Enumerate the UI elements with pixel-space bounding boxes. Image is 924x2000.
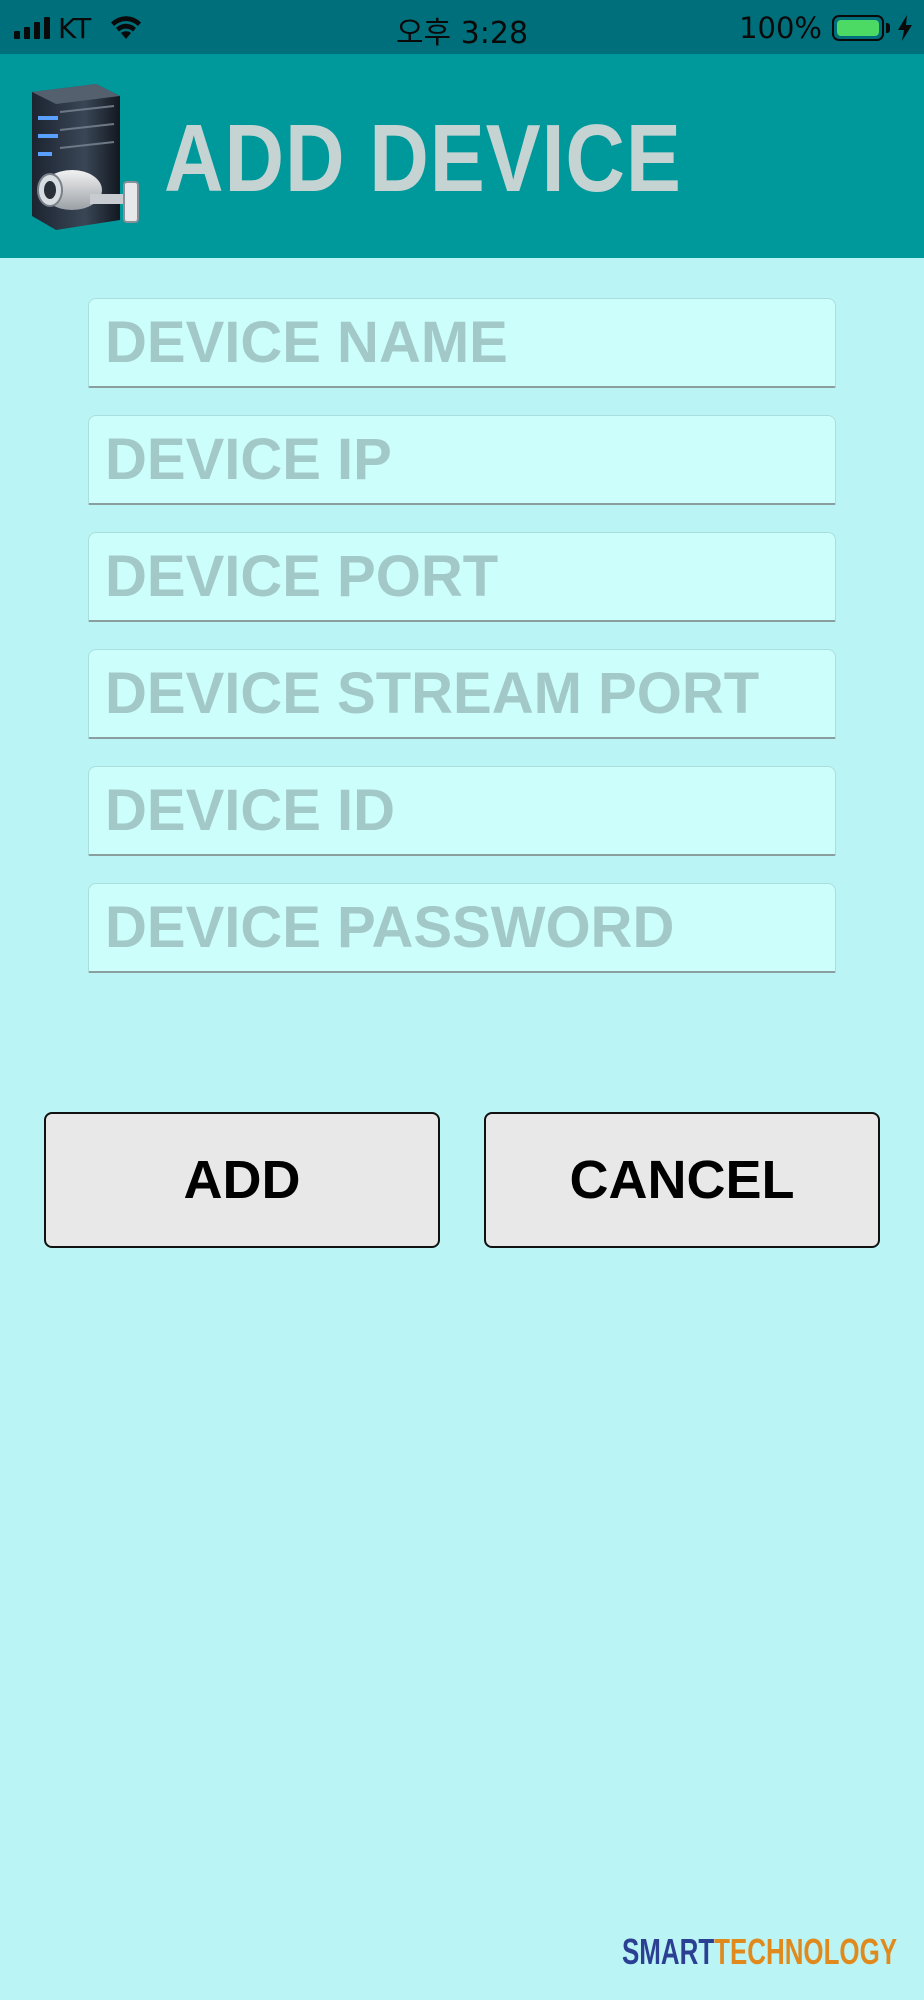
brand-smart: SMART bbox=[622, 1931, 715, 1972]
battery-cap bbox=[886, 23, 890, 33]
device-ip-input[interactable] bbox=[88, 415, 836, 505]
device-name-input[interactable] bbox=[88, 298, 836, 388]
server-camera-icon bbox=[32, 84, 139, 230]
device-stream-port-input[interactable] bbox=[88, 649, 836, 739]
brand-logo: ST SMARTTECHNOLOGY bbox=[616, 1920, 916, 1984]
battery-fill bbox=[837, 20, 879, 36]
add-button[interactable]: ADD bbox=[44, 1112, 440, 1248]
battery-icon bbox=[832, 15, 884, 41]
device-form bbox=[88, 298, 836, 1000]
app-header: ADD DEVICE bbox=[0, 54, 924, 258]
device-id-input[interactable] bbox=[88, 766, 836, 856]
brand-tech: TECHNOLOGY bbox=[714, 1931, 898, 1972]
status-right: 100% bbox=[739, 10, 912, 46]
cancel-button[interactable]: CANCEL bbox=[484, 1112, 880, 1248]
device-password-input[interactable] bbox=[88, 883, 836, 973]
page-title: ADD DEVICE bbox=[164, 105, 682, 212]
status-bar: KT 오후 3:28 100% bbox=[0, 0, 924, 54]
device-port-input[interactable] bbox=[88, 532, 836, 622]
brand-name: SMARTTECHNOLOGY bbox=[622, 1931, 897, 1973]
charging-bolt-icon bbox=[898, 15, 912, 41]
battery-percent: 100% bbox=[739, 11, 822, 45]
